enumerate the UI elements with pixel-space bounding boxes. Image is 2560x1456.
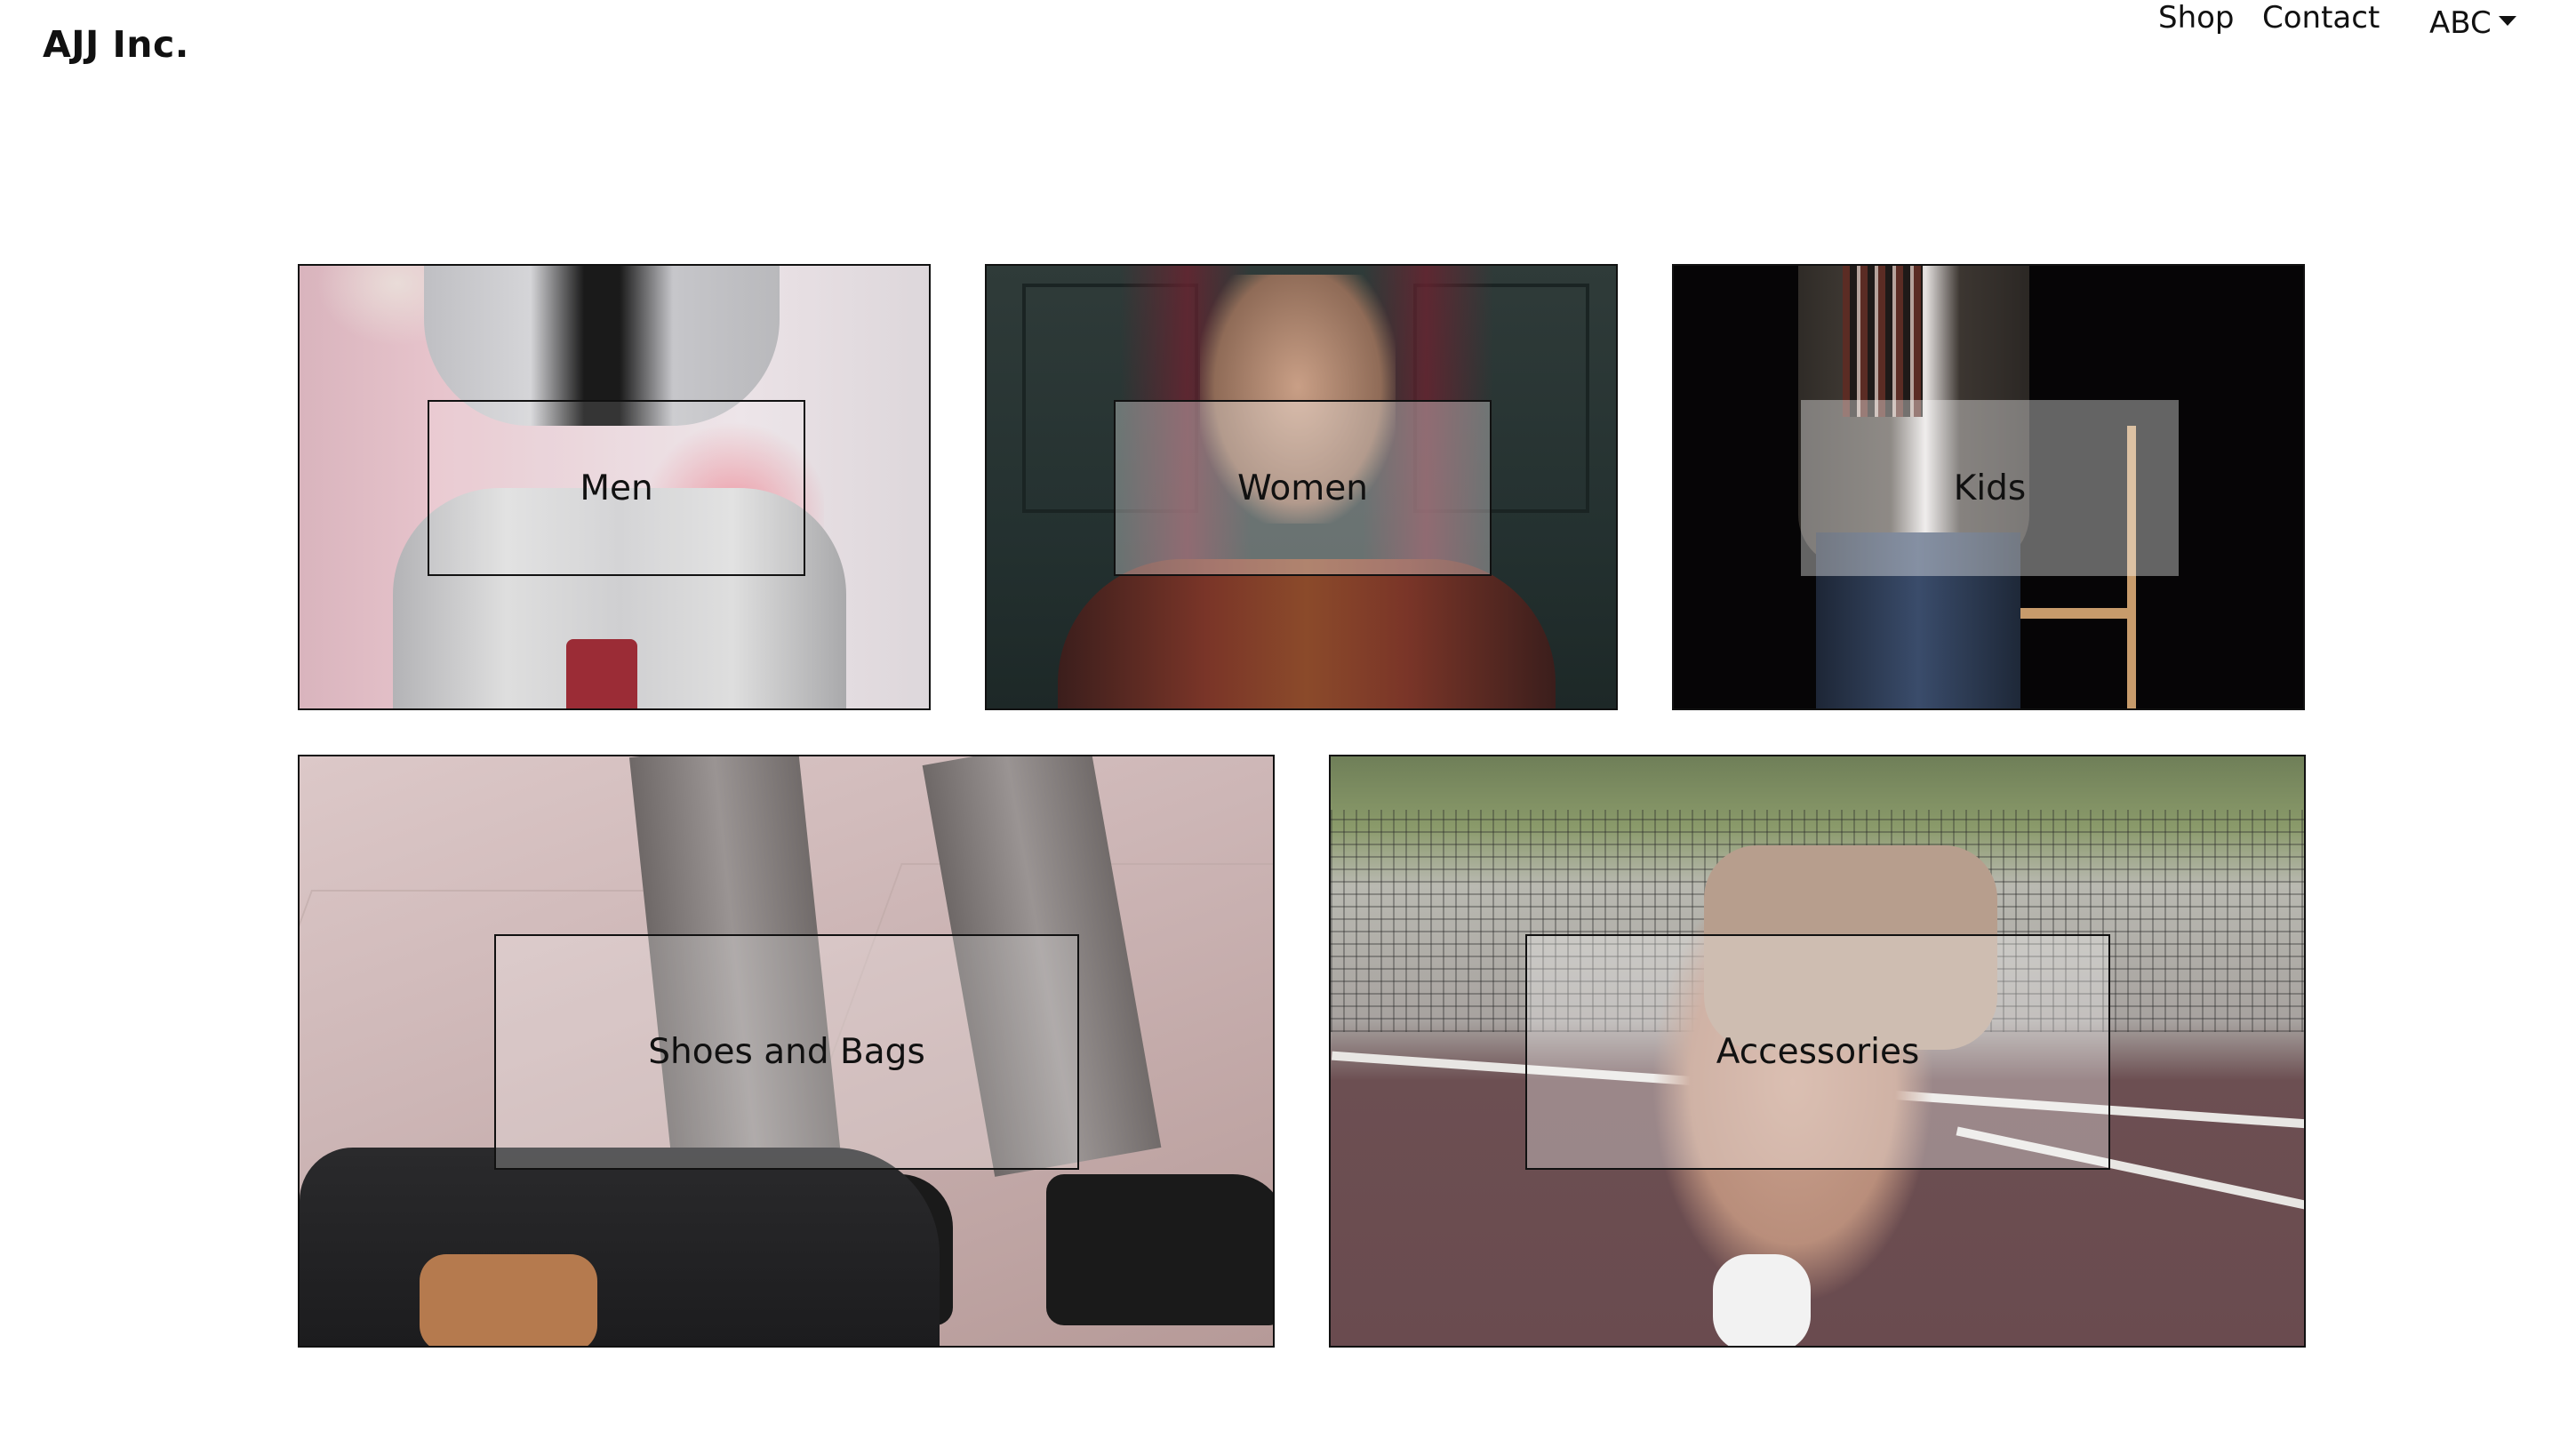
category-card-accessories[interactable]: Accessories (1329, 755, 2306, 1348)
user-menu-label: ABC (2429, 5, 2492, 41)
category-card-kids[interactable]: Kids (1672, 264, 2305, 710)
nav-contact-link[interactable]: Contact (2262, 0, 2380, 36)
caret-down-icon (2498, 16, 2516, 26)
category-label-shoes-and-bags: Shoes and Bags (648, 1032, 925, 1072)
nav-shop-link[interactable]: Shop (2158, 0, 2235, 36)
user-menu-dropdown[interactable]: ABC (2429, 5, 2516, 41)
category-label-box[interactable]: Women (1114, 400, 1492, 576)
category-card-shoes-and-bags[interactable]: Shoes and Bags (298, 755, 1275, 1348)
category-label-box[interactable]: Men (428, 400, 805, 576)
category-label-men: Men (580, 468, 653, 508)
category-label-box[interactable]: Kids (1801, 400, 2179, 576)
category-card-men[interactable]: Men (298, 264, 931, 710)
category-label-box[interactable]: Accessories (1525, 934, 2110, 1170)
category-label-box[interactable]: Shoes and Bags (494, 934, 1079, 1170)
brand-logo[interactable]: AJJ Inc. (43, 23, 189, 66)
category-card-women[interactable]: Women (985, 264, 1618, 710)
category-label-accessories: Accessories (1716, 1032, 1920, 1072)
category-label-kids: Kids (1953, 468, 2027, 508)
category-label-women: Women (1237, 468, 1368, 508)
top-navbar: AJJ Inc. Shop Contact ABC (0, 0, 2560, 98)
